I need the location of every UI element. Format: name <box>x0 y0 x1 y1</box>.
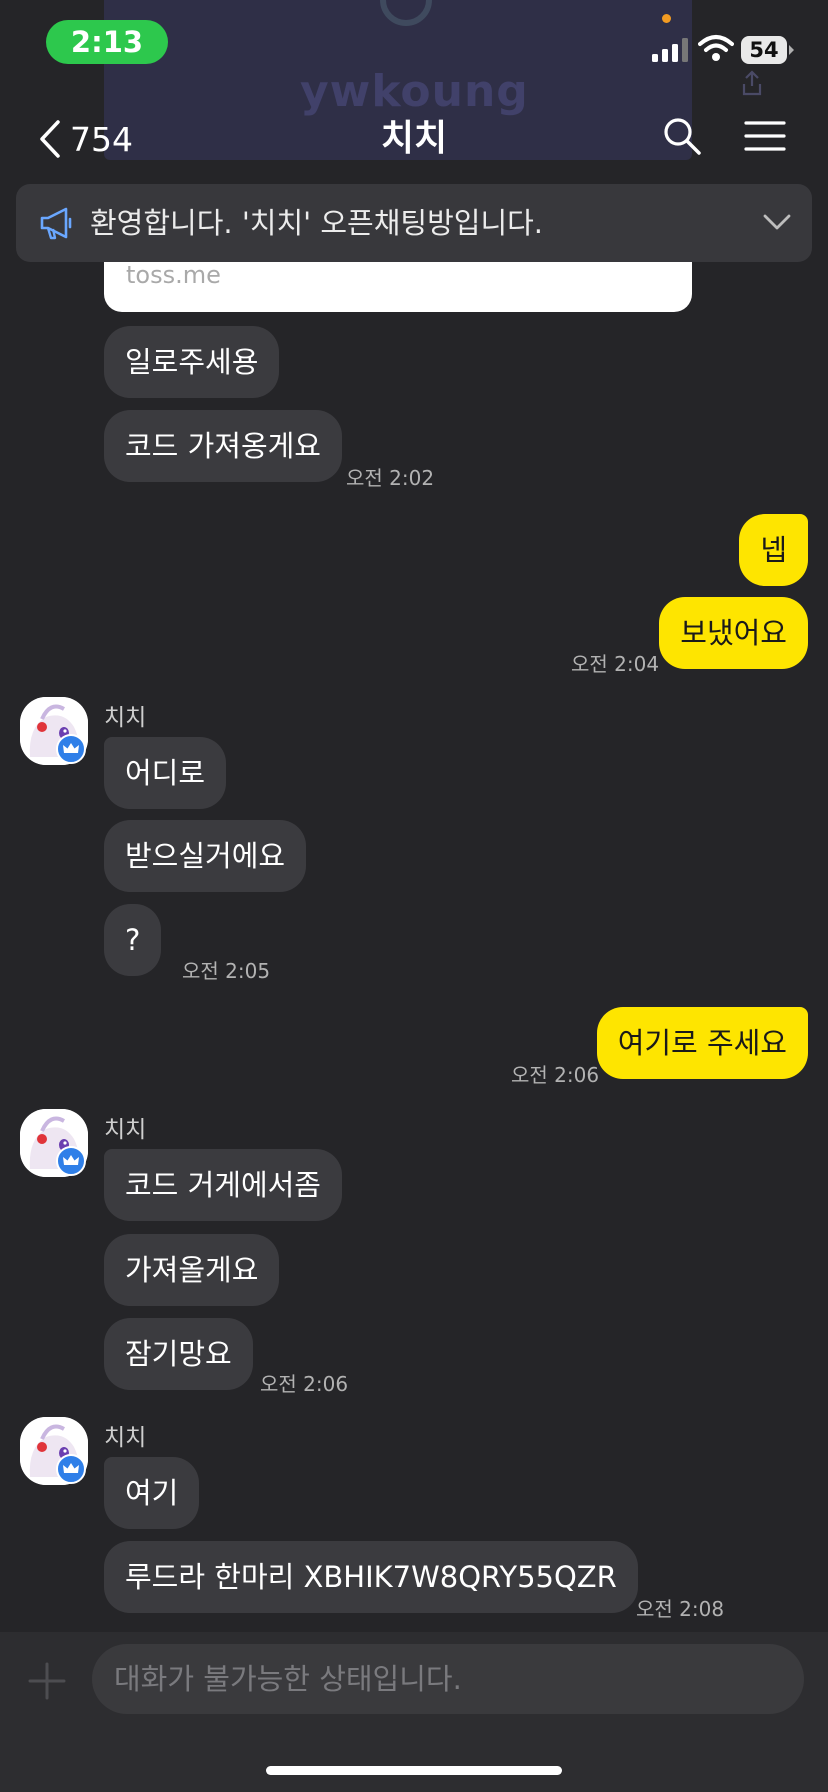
sender-name: 치치 <box>104 1117 147 1143</box>
battery-tip <box>789 45 794 55</box>
sender-name: 치치 <box>104 705 147 731</box>
signal-icon <box>652 38 690 66</box>
message-time: 오전 2:05 <box>182 959 271 983</box>
link-preview-url: toss.me <box>126 261 221 289</box>
sender-name: 치치 <box>104 1425 147 1451</box>
home-indicator[interactable] <box>266 1766 562 1775</box>
my-message-bubble[interactable]: 넵 <box>739 514 808 586</box>
wifi-icon <box>698 34 734 66</box>
notice-banner[interactable]: 환영합니다. '치치' 오픈채팅방입니다. <box>16 184 812 262</box>
share-icon[interactable] <box>740 70 764 102</box>
message-bubble[interactable]: ? <box>104 904 162 976</box>
my-message-bubble[interactable]: 보냈어요 <box>659 597 808 669</box>
message-time: 오전 2:04 <box>571 652 660 676</box>
message-time: 오전 2:06 <box>511 1063 600 1087</box>
menu-icon[interactable] <box>744 120 786 156</box>
privacy-indicator <box>662 14 671 23</box>
message-time: 오전 2:06 <box>260 1372 349 1396</box>
message-bubble[interactable]: 잠기망요 <box>104 1318 253 1390</box>
host-crown-icon <box>56 1454 86 1484</box>
message-time: 오전 2:02 <box>346 466 435 490</box>
link-preview-name: ywkoung <box>300 66 529 117</box>
plus-icon[interactable] <box>26 1660 68 1706</box>
message-bubble[interactable]: 코드 거게에서좀 <box>104 1149 342 1221</box>
message-bubble[interactable]: 어디로 <box>104 737 227 809</box>
message-time: 오전 2:08 <box>636 1597 725 1621</box>
battery-indicator: 54 <box>741 36 787 64</box>
message-bubble[interactable]: 가져올게요 <box>104 1234 280 1306</box>
message-bubble[interactable]: 일로주세용 <box>104 326 280 398</box>
notice-text: 환영합니다. '치치' 오픈채팅방입니다. <box>90 206 544 240</box>
host-crown-icon <box>56 1146 86 1176</box>
megaphone-icon <box>38 204 76 246</box>
my-message-bubble[interactable]: 여기로 주세요 <box>596 1007 808 1079</box>
chevron-down-icon[interactable] <box>762 212 792 236</box>
message-bubble[interactable]: 루드라 한마리 XBHIK7W8QRY55QZR <box>104 1541 638 1613</box>
message-bubble[interactable]: 받으실거에요 <box>104 820 307 892</box>
status-time: 2:13 <box>46 20 168 64</box>
chat-room-title: 치치 <box>380 118 448 159</box>
message-bubble[interactable]: 코드 가져옹게요 <box>104 410 342 482</box>
search-icon[interactable] <box>662 116 702 160</box>
message-bubble[interactable]: 여기 <box>104 1457 200 1529</box>
message-input[interactable] <box>92 1644 804 1714</box>
host-crown-icon <box>56 734 86 764</box>
